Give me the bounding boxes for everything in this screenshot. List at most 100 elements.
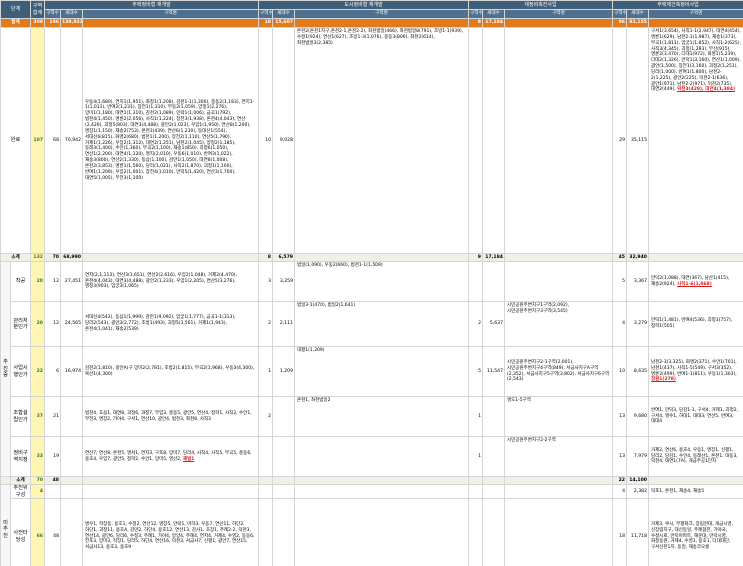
row-zone-designation-stage: 정비구역지정 — [10, 436, 31, 477]
row-project-approval-stage: 사업시행인가 — [10, 346, 31, 397]
row-mgmt-approval-s2-list: 범일3-1(470), 범일2(1,641) — [294, 301, 469, 347]
row-mgmt-approval: 관리처분인가 20 12 24,565 서대신4(542), 동삼1(1,999… — [1, 301, 743, 347]
row-project-approval-s3-list: 시민공원주변지구2-1구역(2,001), 시민공원주변지구4구역(849), … — [504, 346, 613, 397]
row-zone-designation-s4-households: 7,979 — [626, 436, 649, 477]
subtotal2-s2-households — [272, 476, 295, 485]
row-zone-designation-s3-list: 시민공원주변지구2-2구역 — [504, 436, 613, 477]
subtotal2-s1-name — [82, 476, 259, 485]
row-union-approval-s4-households: 9,680 — [626, 396, 649, 437]
row-mgmt-approval-s2-households: 2,111 — [272, 301, 295, 347]
row-mgmt-approval-s4-list: 만덕1(1,481), 반여4(536), 괴정3(757), 정학1(505) — [648, 301, 743, 347]
row-feasibility-s3-households — [482, 498, 505, 566]
row-mgmt-approval-s2-count: 2 — [258, 301, 273, 347]
subtotal2-s3-households — [482, 476, 505, 485]
header-s4-households: 세대수 — [626, 9, 649, 19]
row-mgmt-approval-count: 20 — [30, 301, 45, 347]
row-union-approval-s2-households — [272, 396, 295, 437]
completed-s1-households: 70,942 — [60, 27, 83, 254]
row-prep-committee-s2-households — [272, 484, 295, 499]
row-construction-s2-households: 3,259 — [272, 261, 295, 302]
data-table: 단계 구역합계 주택정비형 재개발 도시정비형 재개발 재정비촉진사업 주택재건… — [0, 0, 743, 262]
subtotal2-s2-name — [294, 476, 469, 485]
row-zone-designation-s1-list-text: 연산7, 연산8, 온천5, 명서1, 연지3, 구포8, 망미7, 당리4, … — [85, 450, 252, 462]
subtotal1-count: 132 — [30, 253, 45, 262]
total-row: 합계 309 186 139,932 18 15,607 9 17,184 96… — [0, 18, 743, 28]
subtotal2-label: 소계 — [10, 476, 31, 485]
subtotal2-s4-households: 14,100 — [626, 476, 649, 485]
row-construction-s4-list: 만덕2(1,088), 대연(367), 남산1(415), 재송2(924),… — [648, 261, 743, 302]
row-prep-committee-s3-count — [468, 484, 483, 499]
subtotal-row-2: 소계 70 48 22 14,100 — [0, 476, 743, 485]
header-row-2: 구역수 세대수 구역명 구역수 세대수 구역명 구역수 세대수 구역명 구역수 … — [1, 9, 743, 19]
row-prep-committee-s3-list — [504, 484, 613, 499]
row-zone-designation-s2-count — [258, 436, 273, 477]
row-mgmt-approval-s3-count: 2 — [468, 301, 483, 347]
completed-row: 완료 107 68 70,942 우동4(1,680), 연지1(1,951),… — [0, 27, 743, 254]
row-project-approval-s4-list-highlight: 정원1(278) — [651, 377, 676, 383]
row-construction-s4-list-highlight: 사직1-6(1,068) — [677, 281, 712, 287]
row-prep-committee-count: 4 — [30, 484, 45, 499]
row-union-approval-s4-list: 반여1, 만덕3, 당감1-1, 구서4, 거제1, 괴정2, 구서4, 명수1… — [648, 396, 743, 437]
total-label: 합계 — [0, 18, 31, 28]
header-section3: 재정비촉진사업 — [468, 0, 613, 10]
row-mgmt-approval-stage: 관리처분인가 — [10, 301, 31, 347]
ongoing-table: 추진중 착공 20 12 27,451 연지(2,1,113), 연산3(1,6… — [0, 261, 743, 566]
completed-label: 완료 — [0, 27, 31, 254]
row-zone-designation-count: 33 — [30, 436, 45, 477]
completed-s4-list-highlight: 덕천3(429), 대연4(1,384) — [677, 87, 736, 93]
completed-s2-count: 10 — [258, 27, 273, 254]
row-feasibility-s4-list: 거제3, 쿠시, 부평화크, 장림현대, 개금시영, 신장림지구, 대신동일, … — [648, 498, 743, 566]
row-zone-designation-s4-list: 거제2, 연산6, 용호4, 우동1, 명장1, 신평1, 당리2, 당감1, … — [648, 436, 743, 477]
completed-s1-list: 우동4(1,680), 연지1(1,951), 화정1(1,208), 감천1-… — [82, 27, 259, 254]
total-s3-households: 17,184 — [482, 18, 505, 28]
row-union-approval-s1-list: 범천4, 초읍1, 대연8, 괴정6, 과정7, 부암3, 충동5, 광안5, … — [82, 396, 259, 437]
completed-s3-households — [482, 27, 505, 254]
row-project-approval-s1-list: 감천2(1,810), 광안A(구 망미2(2,781), 조방2(1,815)… — [82, 346, 259, 397]
row-construction-s2-list: 범일(1,090), 우동2(660), 범천1-1(1,509) — [294, 261, 469, 302]
completed-count: 107 — [30, 27, 45, 254]
completed-s1-count: 68 — [44, 27, 61, 254]
row-zone-designation-s3-households — [482, 436, 505, 477]
total-s4-households: 82,155 — [626, 18, 649, 28]
header-s1-name: 구역명 — [82, 9, 259, 19]
row-project-approval: 사업시행인가 22 6 16,974 감천2(1,810), 광안A(구 망미2… — [1, 346, 743, 397]
row-construction-s3-count — [468, 261, 483, 302]
row-construction-s4-households: 3,367 — [626, 261, 649, 302]
row-prep-committee-stage: 추진위 구성 — [10, 484, 31, 499]
total-s1-households: 139,932 — [60, 18, 83, 28]
row-union-approval-s3-households — [482, 396, 505, 437]
row-project-approval-s3-households: 11,547 — [482, 346, 505, 397]
row-prep-committee-s3-households — [482, 484, 505, 499]
header-s3-households: 세대수 — [482, 9, 505, 19]
row-feasibility-s3-count — [468, 498, 483, 566]
row-project-approval-s1-households: 16,974 — [60, 346, 83, 397]
completed-s4-list-text: 구서1(3,654), 사직1-1(2,947), 대연4(454), 명륜1(… — [651, 29, 741, 93]
row-project-approval-s3-count: 5 — [468, 346, 483, 397]
row-union-approval-s1-households — [60, 396, 83, 437]
row-feasibility-stage: 사전타당성 — [10, 498, 31, 566]
header-stage: 단계 — [0, 0, 31, 19]
row-prep-committee-s2-count — [258, 484, 273, 499]
row-feasibility-s3-list — [504, 498, 613, 566]
row-feasibility-s2-count — [258, 498, 273, 566]
row-project-approval-s1-count: 6 — [44, 346, 61, 397]
row-project-approval-s4-list-text: 남천2-3(3,325), 화명2(371), 수안1(701), 남천1(43… — [651, 359, 737, 377]
total-s2-name — [294, 18, 469, 28]
row-zone-designation-s2-households — [272, 436, 295, 477]
subtotal2-count: 70 — [30, 476, 45, 485]
total-s3-name — [504, 18, 613, 28]
header-s1-households: 세대수 — [60, 9, 83, 19]
row-zone-designation-s1-list-highlight: 괘법1 — [183, 456, 195, 462]
row-feasibility-s2-households — [272, 498, 295, 566]
row-feasibility-s4-count: 18 — [612, 498, 627, 566]
row-zone-designation-s4-count: 13 — [612, 436, 627, 477]
subtotal2-s1-households — [60, 476, 83, 485]
row-union-approval-s2-list: 온천1, 좌천범일2 — [294, 396, 469, 437]
row-construction-s4-count: 5 — [612, 261, 627, 302]
row-union-approval-s1-count: 21 — [44, 396, 61, 437]
row-union-approval-s3-list: 명도1-5구역 — [504, 396, 613, 437]
header-s2-households: 세대수 — [272, 9, 295, 19]
row-feasibility-s1-count: 48 — [44, 498, 61, 566]
row-prep-committee-s2-list — [294, 484, 469, 499]
row-prep-committee-s1-list — [82, 484, 259, 499]
